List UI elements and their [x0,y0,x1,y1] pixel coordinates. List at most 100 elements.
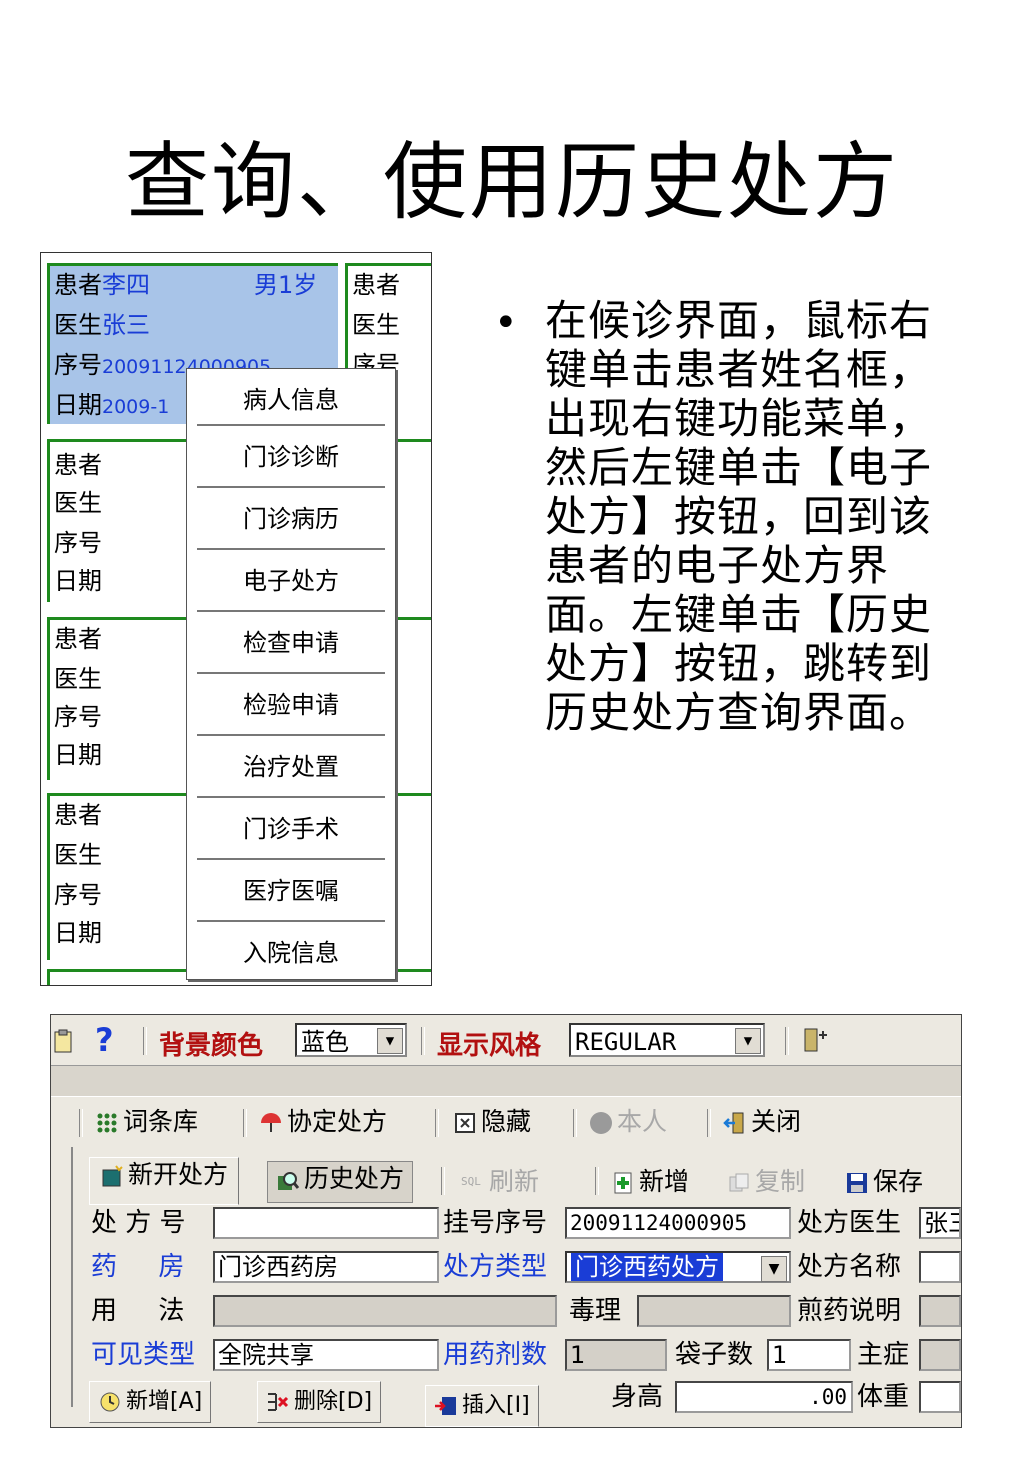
chevron-down-icon[interactable]: ▼ [735,1028,761,1054]
bags-input[interactable]: 1 [767,1339,851,1371]
new-doc-icon [102,1165,123,1187]
sql-refresh-icon: SQL [461,1175,481,1188]
card-label: 医生 [54,841,102,869]
patient-label: 患者 [54,271,102,299]
self-button[interactable]: 本人 [589,1105,667,1139]
doctor-label: 医生 [54,311,102,339]
date-label: 日期 [54,391,102,419]
help-icon[interactable]: ? [95,1021,114,1059]
chevron-down-icon[interactable]: ▼ [377,1028,403,1054]
gender-age: 男1岁 [254,271,318,299]
circle-icon [590,1112,612,1134]
divider [785,1027,789,1055]
prescription-form: 处 方 号 挂号序号 20091124000905 处方医生 张三 药 房 门诊… [71,1205,961,1427]
chevron-down-icon[interactable]: ▼ [761,1256,787,1282]
grid-dots-icon [97,1113,117,1133]
agreement-rx-label: 协定处方 [287,1107,388,1136]
divider [707,1109,711,1137]
date-value: 2009-1 [102,396,170,418]
exit-door-icon[interactable] [801,1027,831,1055]
divider [595,1167,599,1195]
menu-item-orders[interactable]: 医疗医嘱 [187,860,395,922]
menu-item-surgery[interactable]: 门诊手术 [187,798,395,860]
tab-new-prescription[interactable]: 新开处方 [89,1157,240,1205]
card-label: 医生 [54,489,102,517]
hide-button[interactable]: 隐藏 [453,1105,531,1139]
doses-label: 用药剂数 [443,1340,548,1370]
delete-x-icon [268,1393,289,1411]
copy-button[interactable]: 复制 [727,1165,805,1199]
rx-type-value: 门诊西药处方 [571,1253,723,1281]
rx-name-input[interactable] [919,1251,961,1283]
bg-color-value: 蓝色 [301,1028,349,1056]
divider [243,1109,247,1137]
usage-input[interactable] [213,1295,557,1327]
delete-row-button[interactable]: 删除[D] [257,1381,382,1423]
rx-doctor-input[interactable]: 张三 [919,1207,961,1239]
agreement-rx-button[interactable]: 协定处方 [259,1105,387,1139]
patient-name[interactable]: 李四 [102,271,150,299]
doses-input[interactable]: 1 [565,1339,667,1371]
menu-item-diagnosis[interactable]: 门诊诊断 [187,426,395,488]
menu-item-exam-request[interactable]: 检查申请 [187,612,395,674]
height-input[interactable]: .00 [675,1381,853,1413]
rx-type-select[interactable]: 门诊西药处方 ▼ [565,1251,791,1283]
insert-row-label: 插入[I] [462,1393,530,1418]
tab-history-label: 历史处方 [304,1164,405,1193]
insert-row-button[interactable]: 插入[I] [425,1385,539,1427]
reg-no-input[interactable]: 20091124000905 [565,1207,791,1239]
save-button[interactable]: 保存 [845,1165,923,1199]
add-label: 新增 [639,1167,690,1196]
symptom-input[interactable] [919,1339,961,1371]
close-button[interactable]: 关闭 [723,1105,801,1139]
toxicity-label: 毒理 [569,1296,622,1326]
display-style-select[interactable]: REGULAR ▼ [569,1023,765,1057]
card-label: 序号 [54,881,102,909]
card-label: 患者 [54,801,102,829]
display-style-label: 显示风格 [437,1031,542,1061]
bg-color-select[interactable]: 蓝色 ▼ [295,1023,407,1057]
menu-item-lab-request[interactable]: 检验申请 [187,674,395,736]
decoct-label: 煎药说明 [797,1296,902,1326]
serial-label: 序号 [54,351,102,379]
plus-icon [614,1172,632,1194]
divider [435,1109,439,1137]
toxicity-input[interactable] [637,1295,791,1327]
card-label: 医生 [54,665,102,693]
save-label: 保存 [873,1167,924,1196]
add-button[interactable]: 新增 [611,1165,689,1199]
menu-item-admission[interactable]: 入院信息 [187,922,395,984]
refresh-label: 刷新 [489,1167,540,1196]
pharmacy-input[interactable]: 门诊西药房 [213,1251,439,1283]
svg-text:SQL: SQL [461,1175,481,1188]
terms-library-button[interactable]: 词条库 [95,1105,198,1139]
clipboard-icon[interactable] [53,1029,73,1053]
visibility-input[interactable]: 全院共享 [213,1339,439,1371]
copy-label: 复制 [755,1167,806,1196]
divider [573,1109,577,1137]
decoct-input[interactable] [919,1295,961,1327]
card-label: 患者 [54,451,102,479]
weight-input[interactable] [919,1381,961,1413]
tab-history-prescription[interactable]: 历史处方 [267,1161,414,1203]
magnifier-icon [278,1172,300,1190]
divider [143,1027,147,1055]
tab-row: 新开处方 历史处方 SQL 刷新 新增 复制 保存 [71,1147,961,1407]
rx-type-label: 处方类型 [443,1252,548,1282]
rx-name-label: 处方名称 [797,1252,902,1282]
menu-item-e-prescription[interactable]: 电子处方 [187,550,395,612]
card-label: 患者 [352,271,400,299]
close-label: 关闭 [751,1107,802,1136]
rx-no-input[interactable] [213,1207,439,1239]
card-label: 医生 [352,311,400,339]
slide-title: 查询、使用历史处方 [124,133,899,231]
menu-item-patient-info[interactable]: 病人信息 [187,369,395,431]
add-row-button[interactable]: 新增[A] [89,1381,212,1423]
menu-item-medical-record[interactable]: 门诊病历 [187,488,395,550]
exit-arrow-icon [723,1112,744,1134]
divider [421,1027,425,1055]
card-label: 日期 [54,741,102,769]
card-label: 患者 [54,625,102,653]
menu-item-treatment[interactable]: 治疗处置 [187,736,395,798]
refresh-button[interactable]: SQL 刷新 [461,1165,539,1199]
